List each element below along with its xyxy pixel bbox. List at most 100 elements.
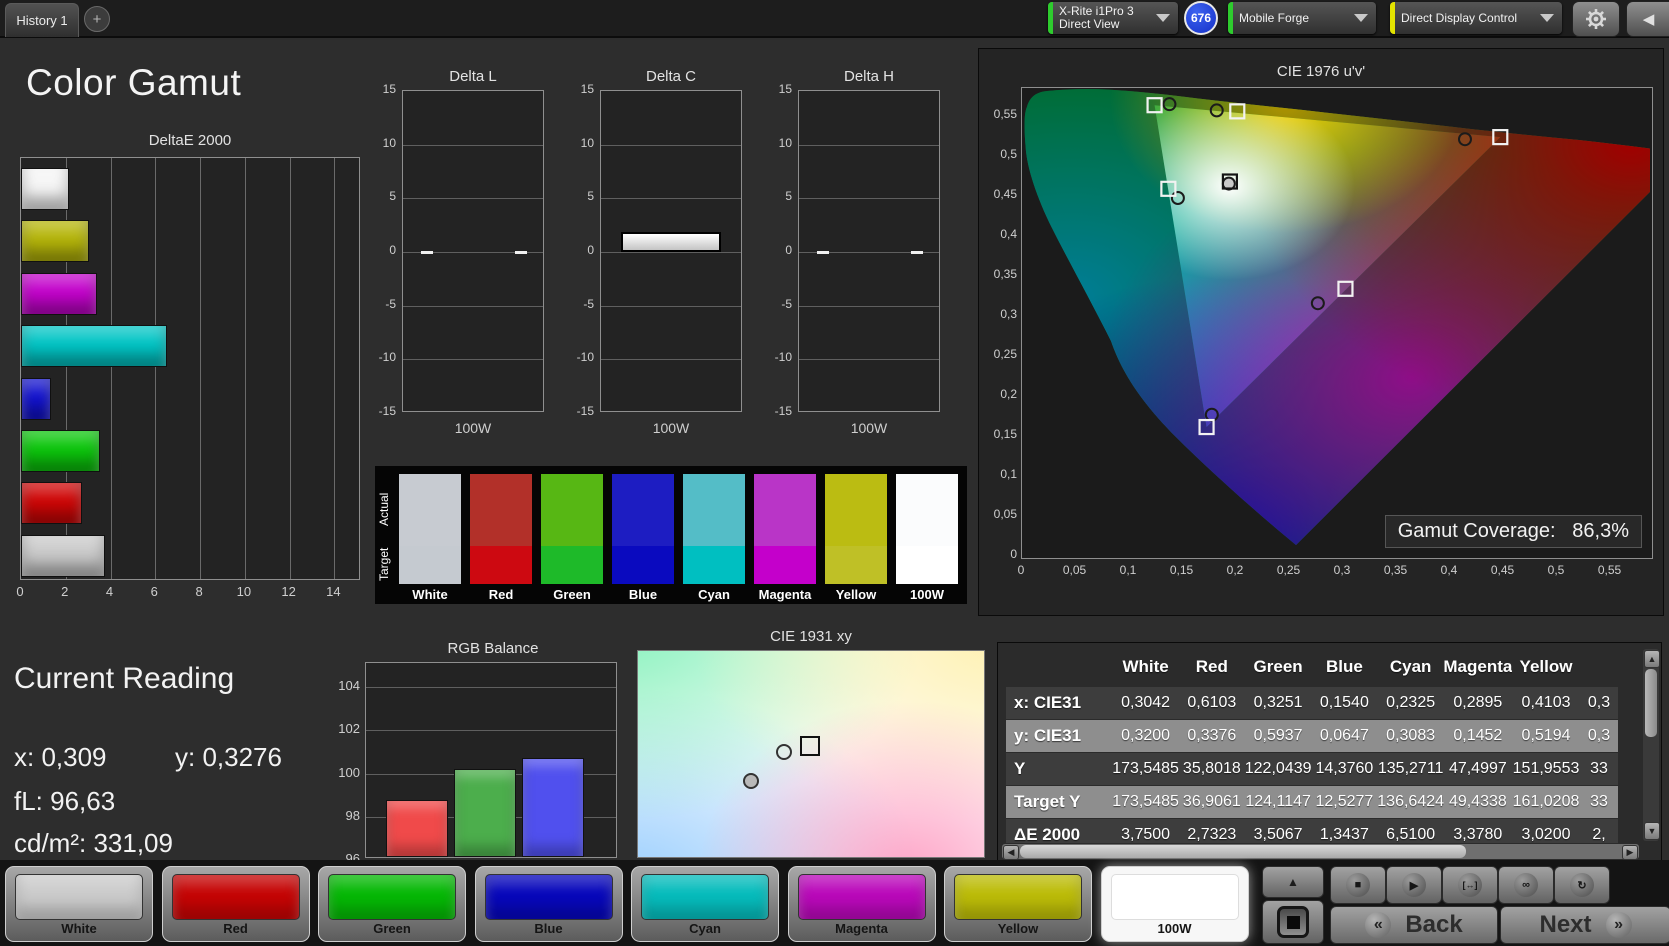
source-name: Mobile Forge xyxy=(1239,10,1310,25)
gridline xyxy=(110,158,112,579)
table-cell: 3,7500 xyxy=(1121,826,1171,843)
pattern-button-100w[interactable]: 100W xyxy=(1100,866,1249,942)
table-row: ΔE 2000 3,7500 2,7323 3,5067 1,3437 6,5100 3,3… xyxy=(1006,819,1618,843)
pattern-swatch xyxy=(797,874,926,920)
delta-y-tick: -15 xyxy=(378,404,396,418)
rgb-y-tick: 102 xyxy=(338,721,360,737)
hscroll-thumb[interactable] xyxy=(1020,845,1466,858)
swatch-label: White xyxy=(412,587,448,602)
pattern-button-label: Magenta xyxy=(835,921,888,936)
swatch-target-white xyxy=(399,546,461,584)
swatch-actual-white xyxy=(399,474,461,546)
settings-button[interactable] xyxy=(1572,1,1620,37)
pattern-window-up-button[interactable]: ▲ xyxy=(1262,866,1324,898)
swatch-label: Magenta xyxy=(758,587,812,602)
table-cell: 3,3780 xyxy=(1453,826,1503,843)
back-button[interactable]: « Back xyxy=(1330,906,1498,944)
table-cell: 2,7323 xyxy=(1187,826,1237,843)
pattern-button-green[interactable]: Green xyxy=(318,866,466,942)
deltae-bar-100w xyxy=(21,168,70,210)
meter-count-badge[interactable]: 676 xyxy=(1184,1,1218,35)
delta-y-tick: -5 xyxy=(385,296,396,311)
gridline xyxy=(155,158,157,579)
deltae-bar-white xyxy=(21,534,105,577)
swatch-label: Green xyxy=(553,587,591,602)
rgb-bar-blue xyxy=(522,758,584,857)
pattern-button-yellow[interactable]: Yellow xyxy=(944,866,1092,942)
scroll-down-button[interactable]: ▼ xyxy=(1644,822,1660,840)
cie31-title: CIE 1931 xy xyxy=(770,628,852,645)
pattern-button-label: Red xyxy=(223,921,248,936)
reading-cdm2: cd/m²: 331,09 xyxy=(14,828,173,858)
cie76-y-tick: 0,35 xyxy=(993,267,1017,281)
swatch-target-100w xyxy=(896,546,958,584)
pattern-button-white[interactable]: White xyxy=(5,866,153,942)
delta-y-tick: -5 xyxy=(781,296,792,311)
cie76-x-tick: 0,15 xyxy=(1169,563,1194,577)
table-row: x: CIE31 0,3042 0,6103 0,3251 0,1540 0,2325 0,… xyxy=(1006,687,1618,719)
delta-c-chart xyxy=(600,90,742,412)
delta-y-tick: 5 xyxy=(587,189,594,204)
table-cell: 33 xyxy=(1590,793,1608,810)
reading-y: y: 0,3276 xyxy=(175,742,282,772)
scroll-right-button[interactable]: ▶ xyxy=(1622,845,1638,860)
vscroll-thumb[interactable] xyxy=(1645,669,1657,737)
gridline xyxy=(799,305,939,307)
pattern-button-red[interactable]: Red xyxy=(161,866,310,942)
table-row: y: CIE31 0,3200 0,3376 0,5937 0,0647 0,3083 0,… xyxy=(1006,720,1618,752)
tab-history-1[interactable]: History 1 xyxy=(5,3,79,37)
reading-x: x: 0,309 xyxy=(14,742,107,772)
pattern-swatch xyxy=(1110,874,1239,920)
cie76-y-tick: 0,05 xyxy=(993,507,1017,521)
display-control-dropdown[interactable]: Direct Display Control xyxy=(1390,2,1562,34)
scroll-left-button[interactable]: ◀ xyxy=(1003,845,1019,860)
cie76-x-tick: 0,55 xyxy=(1597,563,1622,577)
delta-zero-mark xyxy=(817,251,829,254)
delta-y-tick: -10 xyxy=(576,350,594,365)
table-cell: 0,3376 xyxy=(1187,727,1237,744)
delta-h-chart xyxy=(798,90,940,412)
loop-button[interactable]: ∞ xyxy=(1498,866,1554,904)
refresh-button[interactable]: ↻ xyxy=(1554,866,1610,904)
cie76-y-tick: 0,5 xyxy=(1000,147,1017,161)
source-dropdown[interactable]: Mobile Forge xyxy=(1228,2,1376,34)
gridline xyxy=(601,198,741,200)
meter-dropdown[interactable]: X-Rite i1Pro 3 Direct View xyxy=(1048,2,1178,34)
delta-chart-title: Delta H xyxy=(843,68,895,85)
table-hscrollbar[interactable]: ◀ ▶ xyxy=(1002,844,1639,860)
play-button[interactable]: ▶ xyxy=(1386,866,1442,904)
table-cell: 173,5485 xyxy=(1112,760,1179,777)
rgb-bar-red xyxy=(386,799,448,857)
pattern-button-blue[interactable]: Blue xyxy=(474,866,623,942)
interval-button[interactable]: [↔] xyxy=(1442,866,1498,904)
collapse-panel-button[interactable]: ◀ xyxy=(1626,1,1669,37)
gridline xyxy=(601,305,741,307)
rgb-bar-green xyxy=(454,769,516,857)
pattern-swatch xyxy=(954,874,1082,920)
cie76-x-tick: 0,4 xyxy=(1440,563,1458,577)
delta-y-tick: -5 xyxy=(583,296,594,311)
scroll-up-button[interactable]: ▲ xyxy=(1644,650,1660,668)
table-vscrollbar[interactable]: ▲ ▼ xyxy=(1643,649,1660,841)
delta-x-label: 100W xyxy=(850,420,888,436)
top-bar: History 1 + X-Rite i1Pro 3 Direct View 6… xyxy=(0,0,1669,38)
table-row: Target Y 173,5485 36,9061 124,1147 12,5277 13… xyxy=(1006,786,1618,818)
pattern-button-magenta[interactable]: Magenta xyxy=(787,866,936,942)
delta-y-tick: -15 xyxy=(774,404,792,418)
add-tab-button[interactable]: + xyxy=(84,6,110,32)
pattern-window-button[interactable] xyxy=(1262,900,1324,944)
swatch-target-red xyxy=(470,546,532,584)
stop-button[interactable]: ■ xyxy=(1330,866,1386,904)
swatch-actual-magenta xyxy=(754,474,816,546)
row-label: Y xyxy=(1014,759,1026,778)
cie76-y-tick: 0,55 xyxy=(993,107,1017,121)
swatch-actual-green xyxy=(541,474,603,546)
next-button[interactable]: Next » xyxy=(1500,906,1669,944)
pattern-swatch xyxy=(484,874,613,920)
display-control-name: Direct Display Control xyxy=(1401,10,1518,25)
gridline xyxy=(799,198,939,200)
delta-y-tick: 10 xyxy=(778,135,792,150)
pattern-button-cyan[interactable]: Cyan xyxy=(631,866,779,942)
table-cell: 35,8018 xyxy=(1182,760,1241,777)
table-cell: 136,6424 xyxy=(1377,793,1444,810)
